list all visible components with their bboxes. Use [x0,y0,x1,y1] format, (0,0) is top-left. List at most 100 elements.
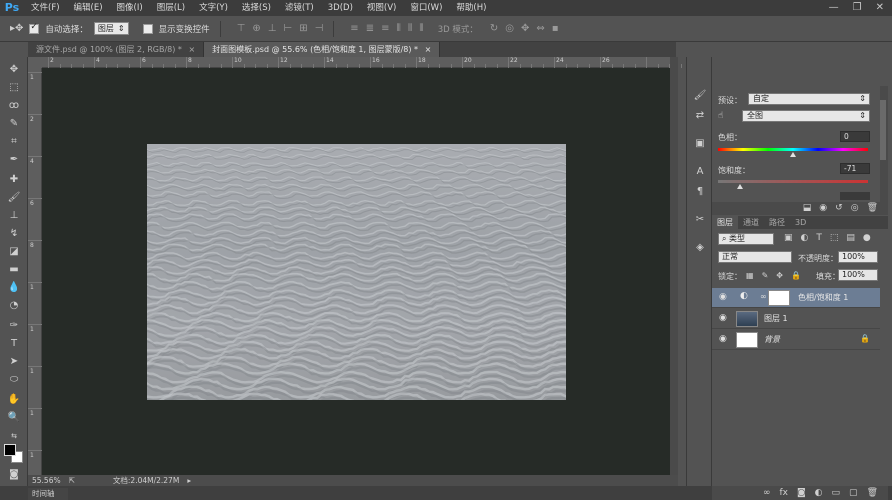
move-tool-preset-icon[interactable]: ▸✥ [10,23,23,34]
delete-layer-icon[interactable]: 🗑 [867,486,878,500]
clone-stamp-tool-icon[interactable]: ⊥ [6,209,22,223]
eyedropper-tool-icon[interactable]: ✒ [6,153,22,167]
move-tool-icon[interactable]: ✥ [6,63,22,77]
distribute-top-icon[interactable]: ≡ [350,23,358,34]
lasso-tool-icon[interactable]: ꝏ [6,99,22,113]
status-arrow-icon[interactable]: ▸ [187,476,191,485]
auto-select-dropdown[interactable]: 图层 ⇕ [93,22,129,35]
saturation-value-field[interactable]: -71 [840,163,870,174]
quick-mask-icon[interactable]: ◙ [6,468,22,482]
preset-dropdown[interactable]: 自定 ⇕ [748,93,870,105]
filter-type-icon[interactable]: T [816,233,822,243]
pen-tool-icon[interactable]: ✑ [6,319,22,333]
eraser-tool-icon[interactable]: ◪ [6,245,22,259]
menu-view[interactable]: 视图(V) [360,0,403,16]
zoom-tool-icon[interactable]: 🔍 [6,411,22,425]
align-right-icon[interactable]: ⊣ [315,23,324,34]
eye-icon[interactable]: ◉ [719,292,727,302]
filter-smart-icon[interactable]: ▤ [846,233,855,243]
brush-preset-icon[interactable]: 🖌 [693,89,707,103]
eye-icon[interactable]: ◉ [719,313,727,323]
tools-preset-icon[interactable]: ✂ [693,213,707,227]
saturation-slider[interactable] [718,180,868,183]
layer-mask-thumbnail[interactable] [768,290,790,306]
close-icon[interactable]: × [188,45,195,54]
layer-row-hue-saturation[interactable]: ◉ ◐ ∞ 色相/饱和度 1 [712,288,880,308]
layer-name[interactable]: 图层 1 [764,313,788,324]
distribute-left-icon[interactable]: ⦀ [396,23,400,34]
distribute-hcenter-icon[interactable]: ⦀ [408,23,412,34]
properties-scroll-thumb[interactable] [880,100,886,160]
new-adjustment-icon[interactable]: ◐ [815,486,823,500]
quick-select-tool-icon[interactable]: ✎ [6,117,22,131]
3d-slide-icon[interactable]: ⇔ [536,23,544,34]
show-transform-checkbox[interactable] [142,23,153,34]
vertical-ruler[interactable]: 1 2 4 6 8 1 1 1 1 1 [28,68,42,475]
align-top-icon[interactable]: ⊤ [237,23,246,34]
close-icon[interactable]: × [425,45,432,54]
dodge-tool-icon[interactable]: ◔ [6,299,22,313]
tab-layers[interactable]: 图层 [712,216,738,229]
menu-layer[interactable]: 图层(L) [150,0,192,16]
shape-tool-icon[interactable]: ⬭ [6,373,22,387]
channel-dropdown[interactable]: 全图 ⇕ [742,110,870,122]
styles-icon[interactable]: ▣ [693,137,707,151]
layer-comps-icon[interactable]: ◈ [693,241,707,255]
filter-shape-icon[interactable]: ⬚ [830,233,839,243]
adjustments-icon[interactable]: ⇄ [693,109,707,123]
layer-row-layer-1[interactable]: ◉ 图层 1 [712,309,880,329]
auto-select-checkbox[interactable] [29,22,40,34]
hand-tool-icon[interactable]: ✋ [6,393,22,407]
saturation-slider-thumb[interactable] [736,184,743,189]
visibility-icon[interactable]: ◎ [851,202,859,215]
layer-thumbnail[interactable] [736,332,758,348]
opacity-field[interactable]: 100% [838,251,878,263]
align-hcenter-icon[interactable]: ⊞ [299,23,307,34]
menu-filter[interactable]: 滤镜(T) [278,0,321,16]
hue-slider-thumb[interactable] [790,152,796,157]
view-previous-icon[interactable]: ◉ [819,202,827,215]
lock-all-icon[interactable]: 🔒 [791,271,801,280]
lock-image-icon[interactable]: ✎ [762,271,769,280]
history-brush-tool-icon[interactable]: ↯ [6,227,22,241]
new-layer-icon[interactable]: ▢ [849,486,858,500]
foreground-color[interactable] [4,444,16,456]
color-swatches[interactable] [4,444,24,464]
filter-adjust-icon[interactable]: ◐ [801,233,809,243]
paragraph-icon[interactable]: ¶ [693,185,707,199]
layer-thumbnail[interactable] [736,311,758,327]
fx-icon[interactable]: fx [779,486,788,500]
delete-icon[interactable]: 🗑 [867,202,878,215]
menu-type[interactable]: 文字(Y) [192,0,235,16]
align-vcenter-icon[interactable]: ⊕ [252,23,260,34]
3d-rotate-icon[interactable]: ↻ [490,23,498,34]
distribute-bottom-icon[interactable]: ≡ [381,23,389,34]
align-left-icon[interactable]: ⊢ [283,23,292,34]
menu-3d[interactable]: 3D(D) [321,0,360,16]
minimize-icon[interactable]: — [829,0,839,16]
type-tool-icon[interactable]: T [6,337,22,351]
character-icon[interactable]: A [693,165,707,179]
lock-position-icon[interactable]: ✥ [776,271,783,280]
layer-name[interactable]: 色相/饱和度 1 [798,292,848,303]
menu-window[interactable]: 窗口(W) [403,0,449,16]
tab-source-file[interactable]: 源文件.psd @ 100% (图层 2, RGB/8) * × [28,42,205,57]
distribute-right-icon[interactable]: ⦀ [419,23,423,34]
link-layers-icon[interactable]: ∞ [763,486,771,500]
blend-mode-dropdown[interactable]: 正常 [718,251,792,263]
path-select-tool-icon[interactable]: ➤ [6,355,22,369]
3d-roll-icon[interactable]: ◎ [505,23,514,34]
distribute-vcenter-icon[interactable]: ≣ [366,23,374,34]
document-image-water[interactable] [147,144,566,400]
3d-scale-icon[interactable]: ▪ [552,23,559,34]
tab-paths[interactable]: 路径 [764,216,790,229]
hue-value-field[interactable]: 0 [840,131,870,142]
marquee-tool-icon[interactable]: ⬚ [6,81,22,95]
lock-transparent-icon[interactable]: ▦ [746,271,754,280]
zoom-level[interactable]: 55.56% [32,476,61,485]
reset-icon[interactable]: ↺ [835,202,843,215]
layer-row-background[interactable]: ◉ 背景 🔒 [712,330,880,350]
horizontal-ruler[interactable]: 2 4 6 8 10 12 14 16 18 20 22 24 26 [42,57,682,68]
menu-edit[interactable]: 编辑(E) [67,0,110,16]
fill-field[interactable]: 100% [838,269,878,281]
